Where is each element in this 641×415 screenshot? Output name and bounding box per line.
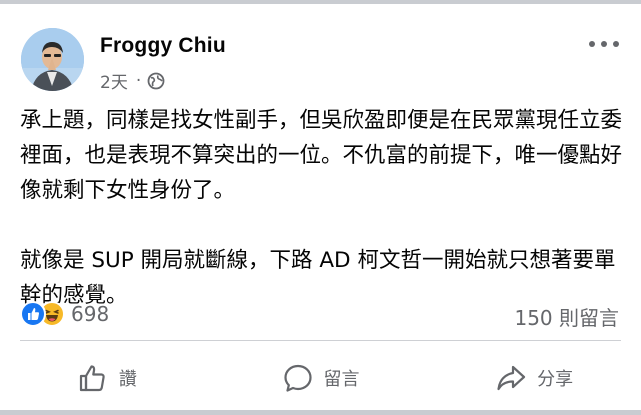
post-card: Froggy Chiu 2天 · 承上題，同樣是找女性副手，但吳欣盈即便是在民眾…	[0, 4, 641, 410]
reaction-count: 698	[71, 302, 110, 326]
avatar[interactable]	[21, 28, 84, 91]
comment-button[interactable]: 留言	[214, 356, 428, 400]
comment-label: 留言	[323, 369, 360, 390]
speech-bubble-icon	[283, 364, 312, 392]
share-arrow-icon	[497, 365, 526, 391]
author-name[interactable]: Froggy Chiu	[100, 34, 226, 58]
action-divider	[20, 340, 621, 341]
reactions-summary[interactable]: 698	[20, 301, 109, 327]
like-reaction-icon	[20, 301, 46, 327]
more-dot	[589, 41, 595, 47]
like-label: 讚	[118, 369, 137, 390]
post-paragraph: 承上題，同樣是找女性副手，但吳欣盈即便是在民眾黨現任立委裡面，也是表現不算突出的…	[20, 108, 623, 203]
more-options-icon[interactable]	[589, 34, 619, 54]
comment-count[interactable]: 150 則留言	[514, 302, 619, 331]
share-button[interactable]: 分享	[427, 356, 641, 400]
thumbs-up-icon	[79, 365, 105, 392]
globe-icon	[147, 72, 165, 90]
post-timestamp[interactable]: 2天	[100, 68, 128, 93]
more-dot	[613, 41, 619, 47]
post-meta: 2天 ·	[100, 68, 165, 93]
meta-separator: ·	[135, 70, 142, 91]
more-dot	[601, 41, 607, 47]
post-body: 承上題，同樣是找女性副手，但吳欣盈即便是在民眾黨現任立委裡面，也是表現不算突出的…	[20, 103, 624, 313]
share-label: 分享	[537, 369, 574, 390]
like-button[interactable]: 讚	[0, 356, 214, 400]
action-bar: 讚 留言 分享	[0, 356, 641, 400]
